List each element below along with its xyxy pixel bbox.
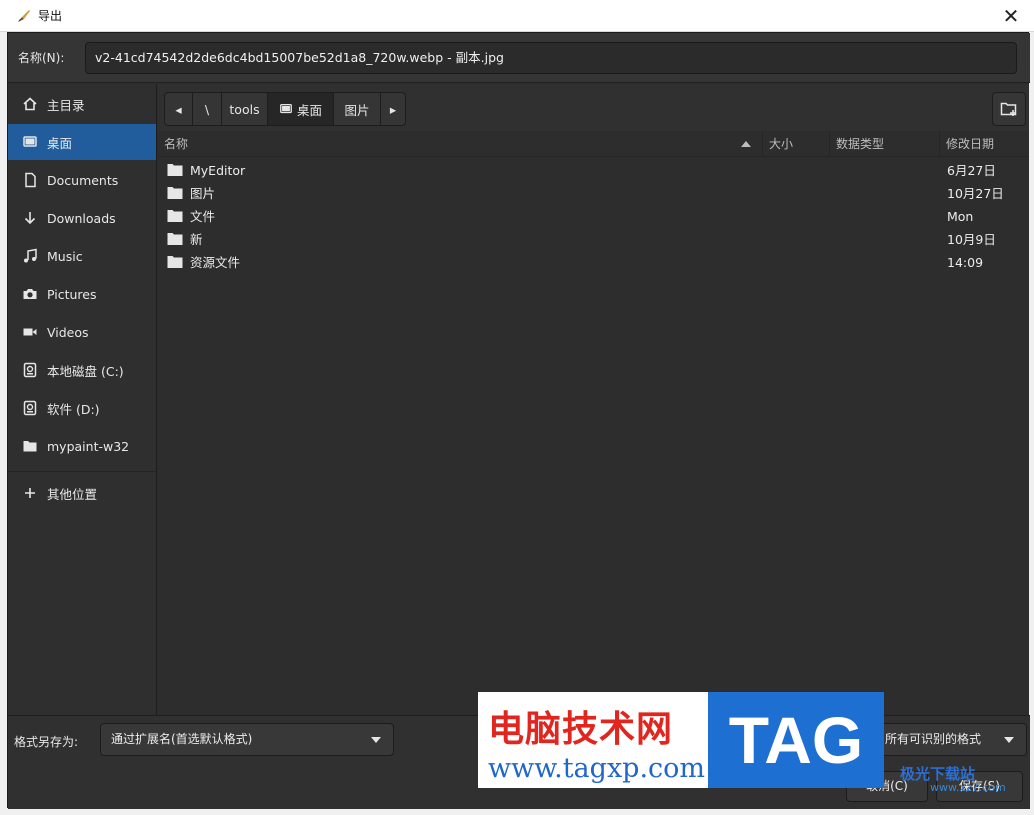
file-name: 资源文件 [190,255,241,270]
file-row[interactable]: 文件 Mon [158,205,1029,228]
sidebar-item-label: mypaint-w32 [47,438,130,454]
music-icon [22,248,38,264]
sidebar-item-label: Videos [47,324,89,340]
sidebar-item-other-locations[interactable]: 其他位置 [8,475,156,511]
path-bar: ◂ \ tools 桌面 图片 ▸ [164,92,406,126]
folder-icon [167,232,183,246]
file-row[interactable]: 图片 10月27日 [158,182,1029,205]
sidebar-item-documents[interactable]: Documents [8,162,156,198]
sidebar-item-label: Documents [47,172,119,188]
sidebar-item-label: 软件 (D:) [47,401,100,417]
folder-icon [167,186,183,200]
file-browser: ◂ \ tools 桌面 图片 ▸ 名称 大小 数据类型 修改日期 MyEdit… [158,84,1029,715]
watermark-url: www.tagxp.com [488,753,706,784]
file-name: 新 [190,232,203,247]
camera-icon [22,286,38,302]
new-folder-button[interactable] [992,92,1026,126]
file-name: 文件 [190,209,216,224]
file-row[interactable]: MyEditor 6月27日 [158,159,1029,182]
column-header-type[interactable]: 数据类型 [829,131,939,157]
sidebar-item-label: Music [47,248,83,264]
watermark-site-name: 电脑技术网 [488,709,674,750]
folder-icon [167,163,183,177]
file-modified: 6月27日 [947,163,996,178]
sidebar-item-drive-c[interactable]: 本地磁盘 (C:) [8,352,156,388]
column-header-name[interactable]: 名称 [158,131,762,157]
format-select[interactable]: 通过扩展名(首选默认格式) [100,723,394,756]
download-icon [22,210,38,226]
watermark-logo: 电脑技术网 www.tagxp.com TAG [478,692,884,788]
sidebar-item-music[interactable]: Music [8,238,156,274]
plus-icon [22,485,38,501]
file-modified: Mon [947,209,974,224]
sidebar-item-desktop[interactable]: 桌面 [8,124,156,160]
path-segment-desktop[interactable]: 桌面 [268,93,334,125]
format-label: 格式另存为: [14,735,79,749]
sidebar-item-label: Pictures [47,286,97,302]
sidebar-item-pictures[interactable]: Pictures [8,276,156,312]
format-select-value: 通过扩展名(首选默认格式) [111,732,253,746]
file-row[interactable]: 资源文件 14:09 [158,251,1029,274]
sidebar-divider [8,471,156,472]
desktop-icon [22,134,38,150]
chevron-down-icon [371,737,381,743]
sort-ascending-icon [741,141,751,147]
file-modified: 14:09 [947,255,984,270]
places-sidebar: 主目录 桌面 Documents Downloads Music Picture… [8,84,157,715]
sidebar-item-label: Downloads [47,210,116,226]
column-header-size[interactable]: 大小 [762,131,829,157]
app-icon [16,8,32,24]
video-icon [22,324,38,340]
path-segment-root[interactable]: \ [193,93,222,125]
file-filter-select[interactable]: 所有可识别的格式 [878,723,1027,756]
sidebar-item-label: 主目录 [47,97,85,113]
file-list-header: 名称 大小 数据类型 修改日期 [158,131,1029,157]
filename-input[interactable]: v2-41cd74542d2de6dc4bd15007be52d1a8_720w… [85,42,1017,74]
path-back-button[interactable]: ◂ [165,93,193,125]
close-icon[interactable]: ✕ [998,4,1024,28]
watermark-tag: TAG [708,692,884,788]
folder-icon [22,438,38,454]
folder-icon [167,209,183,223]
chevron-down-icon [1004,737,1014,743]
desktop-icon [279,102,293,116]
corner-watermark-url: www.xz7.com [930,781,1006,794]
home-icon [22,96,38,112]
title-bar: 导出 ✕ [0,0,1034,32]
sidebar-item-videos[interactable]: Videos [8,314,156,350]
sidebar-item-drive-d[interactable]: 软件 (D:) [8,390,156,426]
sidebar-item-label: 其他位置 [47,486,98,502]
sidebar-item-downloads[interactable]: Downloads [8,200,156,236]
path-segment-tools[interactable]: tools [222,93,268,125]
path-segment-label: 桌面 [296,102,322,118]
column-header-modified[interactable]: 修改日期 [939,131,1029,157]
file-name: MyEditor [190,163,246,178]
folder-icon [167,255,183,269]
sidebar-item-home[interactable]: 主目录 [8,86,156,122]
path-segment-pictures[interactable]: 图片 [334,93,381,125]
file-name: 图片 [190,186,216,201]
path-forward-button[interactable]: ▸ [381,93,405,125]
new-folder-icon [1000,101,1018,117]
name-label: 名称(N): [18,51,65,65]
document-icon [22,172,38,188]
sidebar-item-mypaint[interactable]: mypaint-w32 [8,428,156,464]
drive-icon [22,362,38,378]
file-filter-value: 所有可识别的格式 [885,732,982,746]
file-modified: 10月9日 [947,232,996,247]
file-row[interactable]: 新 10月9日 [158,228,1029,251]
sidebar-item-label: 本地磁盘 (C:) [47,363,124,379]
sidebar-item-label: 桌面 [47,135,73,151]
path-toolbar: ◂ \ tools 桌面 图片 ▸ [158,84,1029,131]
file-modified: 10月27日 [947,186,1004,201]
name-row: 名称(N): v2-41cd74542d2de6dc4bd15007be52d1… [8,33,1030,83]
drive-icon [22,400,38,416]
window-title: 导出 [38,9,63,23]
